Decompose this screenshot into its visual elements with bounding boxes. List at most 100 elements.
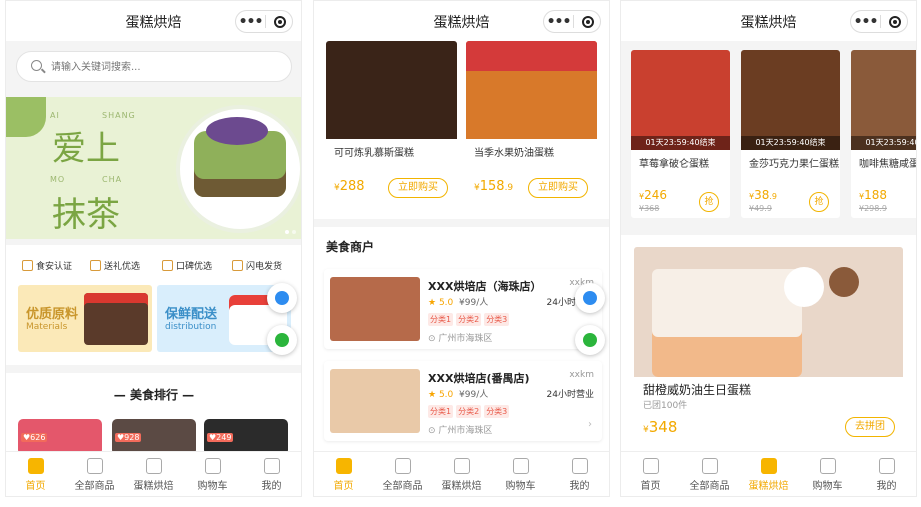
- likes-badge: ♥626: [21, 433, 48, 442]
- banner-heading-2: 抹茶: [52, 195, 120, 235]
- nav-bar: 蛋糕烘焙 •••: [6, 1, 301, 41]
- feature-delivery: 闪电发货: [232, 259, 282, 272]
- merchant-address: ⊙ 广州市海珠区: [428, 334, 493, 344]
- banner-cake-slice-image: [6, 97, 46, 137]
- tab-cart[interactable]: 购物车: [183, 452, 242, 496]
- banner-carousel[interactable]: AI SHANG 爱上 MO CHA 抹茶: [6, 97, 301, 239]
- grid-icon: [394, 458, 411, 474]
- tab-bar: 首页 全部商品 蛋糕烘焙 购物车 我的: [6, 451, 301, 496]
- tab-home[interactable]: 首页: [621, 452, 680, 496]
- gift-icon: [453, 458, 470, 474]
- product-name: 咖啡焦糖咸蛋糕: [859, 159, 916, 170]
- nav-bar: 蛋糕烘焙 •••: [314, 1, 609, 41]
- merchant-card[interactable]: XXX烘培店(番禺店) xxkm ★ 5.0 ¥99/人 24小时营业 分类1 分…: [324, 361, 602, 441]
- more-icon[interactable]: •••: [851, 12, 880, 32]
- promo-materials[interactable]: 优质原料 Materials: [18, 285, 152, 352]
- group-sold-count: 已团100件: [643, 401, 688, 411]
- chocolate-cake-image: [84, 293, 148, 345]
- gift-icon: [760, 458, 777, 474]
- capsule-divider: [573, 15, 574, 28]
- wechat-button[interactable]: [267, 325, 297, 355]
- fruit-cake-image: [466, 41, 597, 139]
- tab-cake[interactable]: 蛋糕烘焙: [432, 452, 491, 496]
- ranking-item[interactable]: ♥928: [112, 419, 196, 455]
- merchant-card[interactable]: XXX烘培店（海珠店） xxkm ★ 5.0 ¥99/人 24小时营业 分类1 分…: [324, 269, 602, 349]
- product-name: 草莓拿破仑蛋糕: [639, 159, 709, 170]
- tab-cake[interactable]: 蛋糕烘焙: [739, 452, 798, 496]
- feature-label: 食安认证: [36, 262, 73, 272]
- user-icon: [571, 458, 588, 474]
- tab-all-products[interactable]: 全部商品: [65, 452, 124, 496]
- merchant-distance: xxkm: [569, 370, 594, 380]
- cart-icon: [204, 458, 221, 474]
- merchant-tags: 分类1 分类2 分类3: [428, 313, 510, 326]
- cart-icon: [512, 458, 529, 474]
- countdown-label: 01天23:59:40结束: [851, 136, 916, 150]
- countdown-label: 01天23:59:40结束: [631, 136, 730, 150]
- chevron-right-icon: ›: [588, 419, 592, 430]
- banner-heading-1: 爱上: [52, 129, 120, 169]
- gift-icon: [145, 458, 162, 474]
- original-price: ¥298.9: [859, 204, 887, 213]
- close-icon[interactable]: [889, 15, 901, 28]
- grab-button[interactable]: 抢: [699, 192, 719, 212]
- tab-home[interactable]: 首页: [6, 452, 65, 496]
- join-group-button[interactable]: 去拼团: [845, 417, 895, 437]
- tab-home[interactable]: 首页: [314, 452, 373, 496]
- search-input[interactable]: [51, 58, 271, 76]
- tab-profile[interactable]: 我的: [550, 452, 609, 496]
- close-icon[interactable]: [582, 15, 594, 28]
- flash-sale-card[interactable]: 01天23:59:40结束 草莓拿破仑蛋糕 ¥246 ¥368 抢: [631, 50, 730, 218]
- tab-cake[interactable]: 蛋糕烘焙: [124, 452, 183, 496]
- flash-sale-card[interactable]: 01天23:59:40结束 咖啡焦糖咸蛋糕 ¥188 ¥298.9 抢: [851, 50, 916, 218]
- daisy-flower-image: [784, 267, 824, 307]
- merchant-hours: 24小时营业: [546, 390, 594, 400]
- banner-latin-3: MO: [50, 175, 66, 184]
- grid-icon: [86, 458, 103, 474]
- flash-sale-card[interactable]: 01天23:59:40结束 金莎巧克力果仁蛋糕 ¥38.9 ¥49.9 抢: [741, 50, 840, 218]
- product-name: 当季水果奶油蛋糕: [474, 148, 554, 159]
- merchant-rating: ★ 5.0 ¥99/人: [428, 298, 489, 308]
- merchants-title: 美食商户: [326, 240, 375, 254]
- trophy-icon: [22, 260, 33, 271]
- tab-all-products[interactable]: 全部商品: [680, 452, 739, 496]
- close-icon[interactable]: [274, 15, 286, 28]
- tab-bar: 首页 全部商品 蛋糕烘焙 购物车 我的: [314, 451, 609, 496]
- tab-all-products[interactable]: 全部商品: [373, 452, 432, 496]
- more-icon[interactable]: •••: [236, 12, 265, 32]
- cake-body-image: [652, 269, 802, 377]
- mini-program-capsule: •••: [850, 10, 908, 33]
- ranking-item[interactable]: ♥249: [204, 419, 288, 455]
- ranking-title: — 美食排行 —: [113, 388, 195, 402]
- group-buy-card[interactable]: 甜橙威奶油生日蛋糕 已团100件 ¥348 去拼团: [634, 247, 903, 447]
- phone-call-button[interactable]: [267, 283, 297, 313]
- feature-food-safety: 食安认证: [22, 259, 72, 272]
- screen-home: 蛋糕烘焙 ••• AI SHANG 爱上 MO CHA 抹茶 食安认证 送礼优选…: [5, 0, 302, 497]
- truck-icon: [232, 260, 243, 271]
- tab-cart[interactable]: 购物车: [491, 452, 550, 496]
- original-price: ¥49.9: [749, 204, 772, 213]
- mini-program-capsule: •••: [235, 10, 293, 33]
- product-card[interactable]: 当季水果奶油蛋糕 ¥158.9 立即购买: [466, 41, 597, 209]
- feature-label: 闪电发货: [246, 262, 283, 272]
- tab-profile[interactable]: 我的: [242, 452, 301, 496]
- phone-call-button[interactable]: [575, 283, 605, 313]
- tab-cart[interactable]: 购物车: [798, 452, 857, 496]
- tab-profile[interactable]: 我的: [857, 452, 916, 496]
- search-bar[interactable]: [16, 51, 292, 82]
- more-icon[interactable]: •••: [544, 12, 573, 32]
- ranking-item[interactable]: ♥626: [18, 419, 102, 455]
- orange-cream-cake-image: [634, 247, 903, 377]
- promo-title: 保鲜配送: [165, 307, 218, 322]
- banner-latin-4: CHA: [102, 175, 123, 184]
- buy-now-button[interactable]: 立即购买: [528, 178, 588, 198]
- group-product-name: 甜橙威奶油生日蛋糕: [643, 383, 752, 397]
- product-card[interactable]: 可可炼乳慕斯蛋糕 ¥288 立即购买: [326, 41, 457, 209]
- likes-badge: ♥249: [207, 433, 234, 442]
- merchant-name: XXX烘培店(番禺店): [428, 372, 530, 385]
- wechat-button[interactable]: [575, 325, 605, 355]
- pinecone-image: [829, 267, 859, 297]
- grab-button[interactable]: 抢: [809, 192, 829, 212]
- buy-now-button[interactable]: 立即购买: [388, 178, 448, 198]
- grid-icon: [701, 458, 718, 474]
